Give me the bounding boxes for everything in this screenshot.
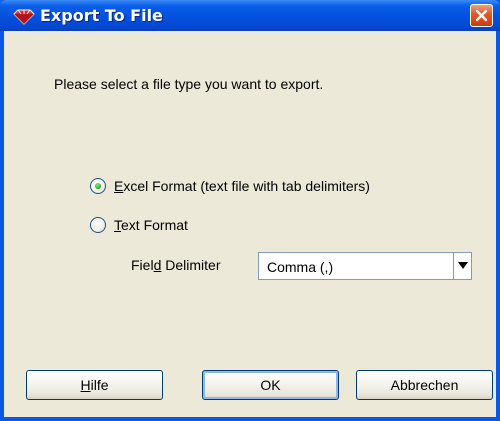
text-format-option[interactable]: Text Format [90,215,188,235]
excel-format-label[interactable]: Excel Format (text file with tab delimit… [114,178,370,194]
field-delimiter-select[interactable]: Comma (,) [258,252,472,280]
diamond-app-icon [12,9,36,25]
text-format-radio[interactable] [90,217,106,233]
excel-format-option[interactable]: Excel Format (text file with tab delimit… [90,176,370,196]
ok-button[interactable]: OK [202,370,339,400]
field-delimiter-value: Comma (,) [267,259,334,275]
radio-selected-dot [95,183,101,189]
close-button[interactable] [470,4,493,27]
field-delimiter-label: Field Delimiter [131,257,221,273]
excel-format-radio[interactable] [90,178,106,194]
title-bar[interactable]: Export To File [0,0,500,31]
cancel-button[interactable]: Abbrechen [356,370,493,400]
window-title: Export To File [40,6,163,25]
export-dialog-window: Export To File Please select a file type… [0,0,500,421]
dropdown-button[interactable] [453,253,471,279]
help-button[interactable]: Hilfe [26,370,163,400]
text-format-label[interactable]: Text Format [114,217,188,233]
prompt-text: Please select a file type you want to ex… [54,76,324,92]
